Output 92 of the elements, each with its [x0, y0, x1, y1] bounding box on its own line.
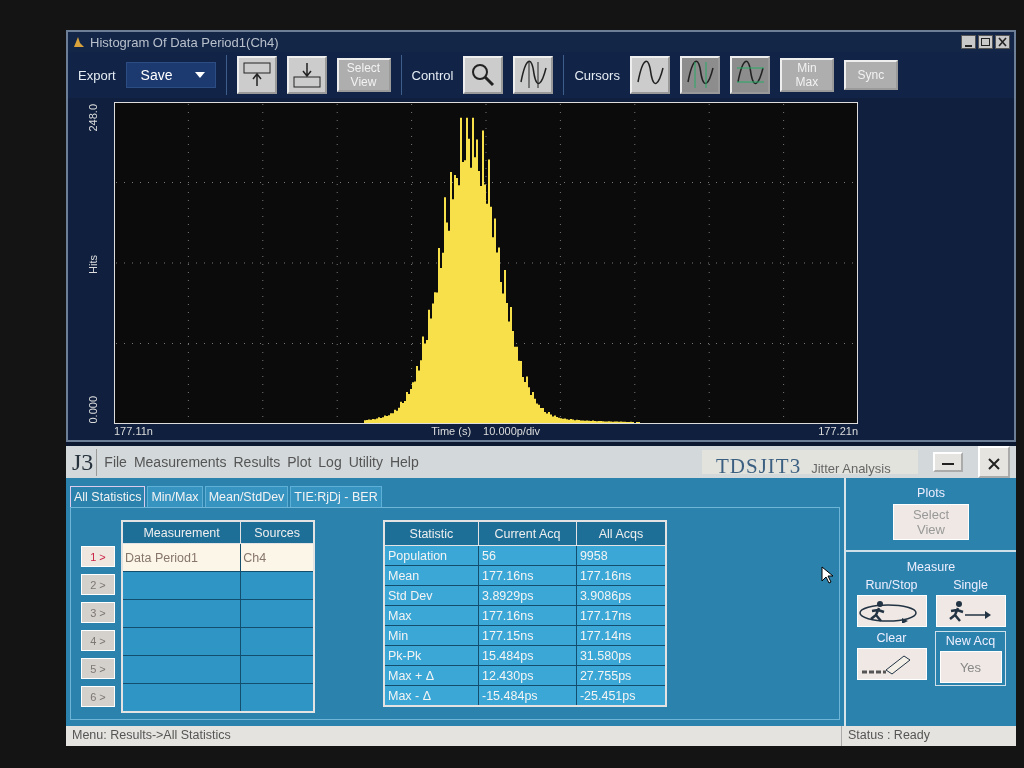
- menu-item[interactable]: Results: [233, 454, 281, 470]
- table-cell: -15.484ps: [482, 688, 538, 703]
- toolbar-button[interactable]: [463, 56, 504, 94]
- table-cell: 27.755ps: [579, 668, 632, 683]
- logo: J3: [72, 448, 98, 476]
- status-text: Menu: Results->All Statistics: [66, 726, 842, 746]
- toolbar-label: Cursors: [574, 67, 620, 83]
- row-button[interactable]: 1 >: [81, 546, 115, 567]
- minimize-icon: [942, 463, 954, 465]
- column-header: Statistic: [384, 521, 479, 546]
- table-cell: Max: [388, 608, 412, 623]
- product-subtitle: Jitter Analysis: [811, 461, 891, 476]
- table-cell: Min: [388, 628, 409, 643]
- table-cell: 56: [482, 548, 496, 563]
- close-button[interactable]: [978, 446, 1010, 478]
- toolbar-button[interactable]: [729, 56, 770, 94]
- section-title: Measure: [906, 560, 956, 574]
- menu-item[interactable]: Measurements: [133, 454, 227, 470]
- table-cell: Max - Δ: [388, 688, 432, 703]
- column-header: Sources: [240, 521, 314, 544]
- table-cell: Pk-Pk: [388, 648, 422, 663]
- save-dropdown[interactable]: Save: [125, 62, 216, 88]
- download-icon: [291, 60, 322, 90]
- toolbar-button[interactable]: [513, 56, 554, 94]
- toolbar-button[interactable]: [286, 56, 327, 94]
- axis-label: 248.0: [87, 104, 99, 132]
- menu-item[interactable]: Help: [389, 454, 419, 470]
- table-cell: 12.430ps: [482, 668, 534, 683]
- table-cell: Std Dev: [388, 588, 433, 603]
- table-cell: 177.17ns: [579, 608, 632, 623]
- yes-button[interactable]: Yes: [939, 651, 1002, 683]
- control-label: Run/Stop: [865, 578, 918, 592]
- section-title: Plots: [917, 486, 945, 500]
- table-cell: 31.580ps: [579, 648, 632, 663]
- axis-label: 0.000: [87, 396, 99, 424]
- toolbar-button[interactable]: [236, 56, 277, 94]
- vertical-cursors-icon: [684, 60, 715, 90]
- toolbar-button[interactable]: [629, 56, 670, 94]
- table-cell: 3.9086ps: [579, 588, 632, 603]
- maximize-icon: [978, 35, 993, 49]
- table-cell: 3.8929ps: [482, 588, 534, 603]
- status-text: Status : Ready: [847, 727, 931, 744]
- table-cell: 9958: [579, 548, 608, 563]
- toolbar-label: Export: [78, 67, 116, 83]
- table-cell: Mean: [388, 568, 420, 583]
- table-cell: -25.451ps: [579, 688, 636, 703]
- minimize-button[interactable]: [933, 452, 963, 472]
- table-cell: 177.16ns: [482, 568, 534, 583]
- axis-label: 177.21n: [818, 425, 858, 437]
- table-cell: Ch4: [243, 550, 267, 565]
- app-icon: [72, 35, 86, 49]
- table-cell: 177.16ns: [482, 608, 534, 623]
- tab[interactable]: All Statistics: [70, 486, 146, 507]
- running-loop-icon: [857, 599, 918, 623]
- table-cell: Data Period1: [125, 550, 198, 565]
- axis-title: Hits: [87, 254, 99, 274]
- axis-title: Time (s): [431, 425, 472, 437]
- axis-scale: 10.000p/div: [483, 425, 540, 437]
- axis-label: 177.11n: [114, 425, 153, 437]
- menu-item[interactable]: Log: [318, 454, 342, 470]
- table-cell: 177.14ns: [579, 628, 632, 643]
- control-label: New Acq: [945, 634, 996, 648]
- clear-button[interactable]: [856, 648, 927, 680]
- select-view-button[interactable]: Select View: [893, 504, 969, 540]
- toolbar-label: Control: [411, 67, 454, 83]
- tab[interactable]: TIE:RjDj - BER: [290, 486, 382, 507]
- single-button[interactable]: [935, 595, 1006, 627]
- column-header: Measurement: [122, 521, 241, 544]
- table-cell: 15.484ps: [482, 648, 534, 663]
- window-title: Histogram Of Data Period1(Ch4): [90, 34, 280, 50]
- mouse-pointer-icon: [821, 566, 833, 584]
- caret-icon: [194, 72, 205, 78]
- minimize-icon: [961, 35, 976, 49]
- toolbar-button[interactable]: [679, 56, 720, 94]
- table-cell: 177.15ns: [482, 628, 534, 643]
- column-header: All Acqs: [576, 521, 666, 546]
- close-icon: [995, 35, 1010, 49]
- close-icon: [987, 457, 1001, 471]
- control-label: Single: [953, 578, 988, 592]
- table-cell: 177.16ns: [579, 568, 632, 583]
- product-name: TDSJIT3: [716, 454, 802, 479]
- column-header: Current Acq: [478, 521, 577, 546]
- table-cell: Population: [388, 548, 448, 563]
- menu-item[interactable]: File: [104, 454, 127, 470]
- tab[interactable]: Min/Max: [147, 486, 203, 507]
- table-cell: Max + Δ: [388, 668, 435, 683]
- run-stop-button[interactable]: [856, 595, 927, 627]
- tab[interactable]: Mean/StdDev: [204, 486, 289, 507]
- menu-item[interactable]: Plot: [287, 454, 312, 470]
- menu-item[interactable]: Utility: [348, 454, 383, 470]
- control-label: Clear: [876, 631, 907, 645]
- waveform-cursors-icon: [518, 60, 549, 90]
